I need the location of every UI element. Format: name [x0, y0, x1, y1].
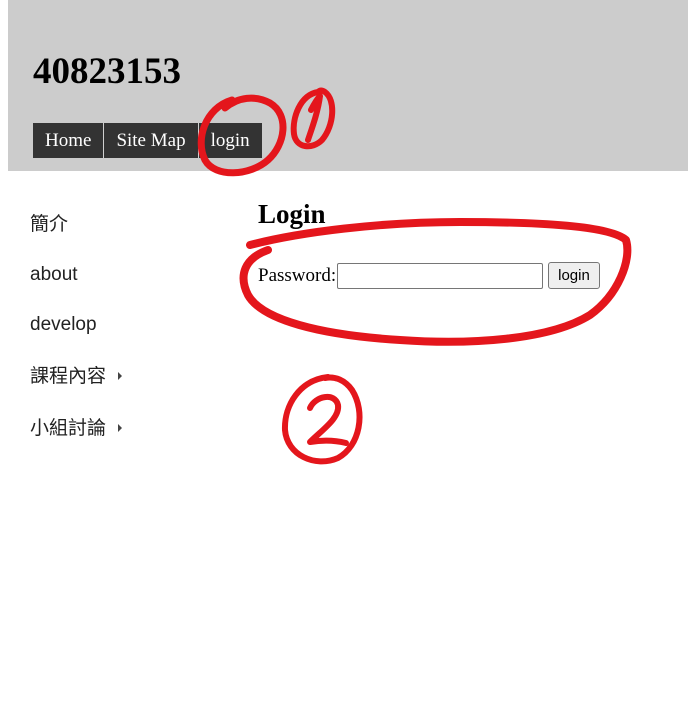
sidebar-item-label: 課程內容 [30, 366, 107, 387]
sidebar-item-develop[interactable]: develop [30, 306, 230, 358]
annotation-number-2 [281, 374, 363, 465]
sidebar-item-label: 簡介 [30, 214, 69, 235]
nav-login[interactable]: login [198, 123, 262, 158]
annotation-digit-2 [307, 394, 349, 446]
top-nav: Home Site Map login [33, 123, 262, 158]
sidebar-item-label: about [30, 264, 78, 285]
login-button[interactable]: login [548, 262, 600, 289]
site-title: 40823153 [33, 51, 181, 92]
password-label: Password: [258, 264, 337, 286]
sidebar: 簡介 about develop 課程內容 小組討論 [30, 206, 230, 460]
password-input[interactable] [337, 262, 544, 289]
sidebar-item-course-content[interactable]: 課程內容 [30, 358, 230, 410]
page-heading: Login [258, 199, 326, 229]
login-form: Password: login [258, 262, 600, 289]
main-content: Login Password: login [258, 196, 600, 289]
caret-right-icon [118, 423, 123, 432]
sidebar-item-label: develop [30, 314, 97, 335]
nav-site-map[interactable]: Site Map [104, 123, 199, 158]
caret-right-icon [118, 371, 123, 380]
sidebar-item-about[interactable]: about [30, 256, 230, 306]
nav-home[interactable]: Home [33, 123, 105, 158]
sidebar-item-intro[interactable]: 簡介 [30, 206, 230, 256]
site-header: 40823153 Home Site Map login [8, 0, 688, 171]
sidebar-item-label: 小組討論 [30, 418, 107, 439]
sidebar-item-group-discussion[interactable]: 小組討論 [30, 410, 230, 460]
